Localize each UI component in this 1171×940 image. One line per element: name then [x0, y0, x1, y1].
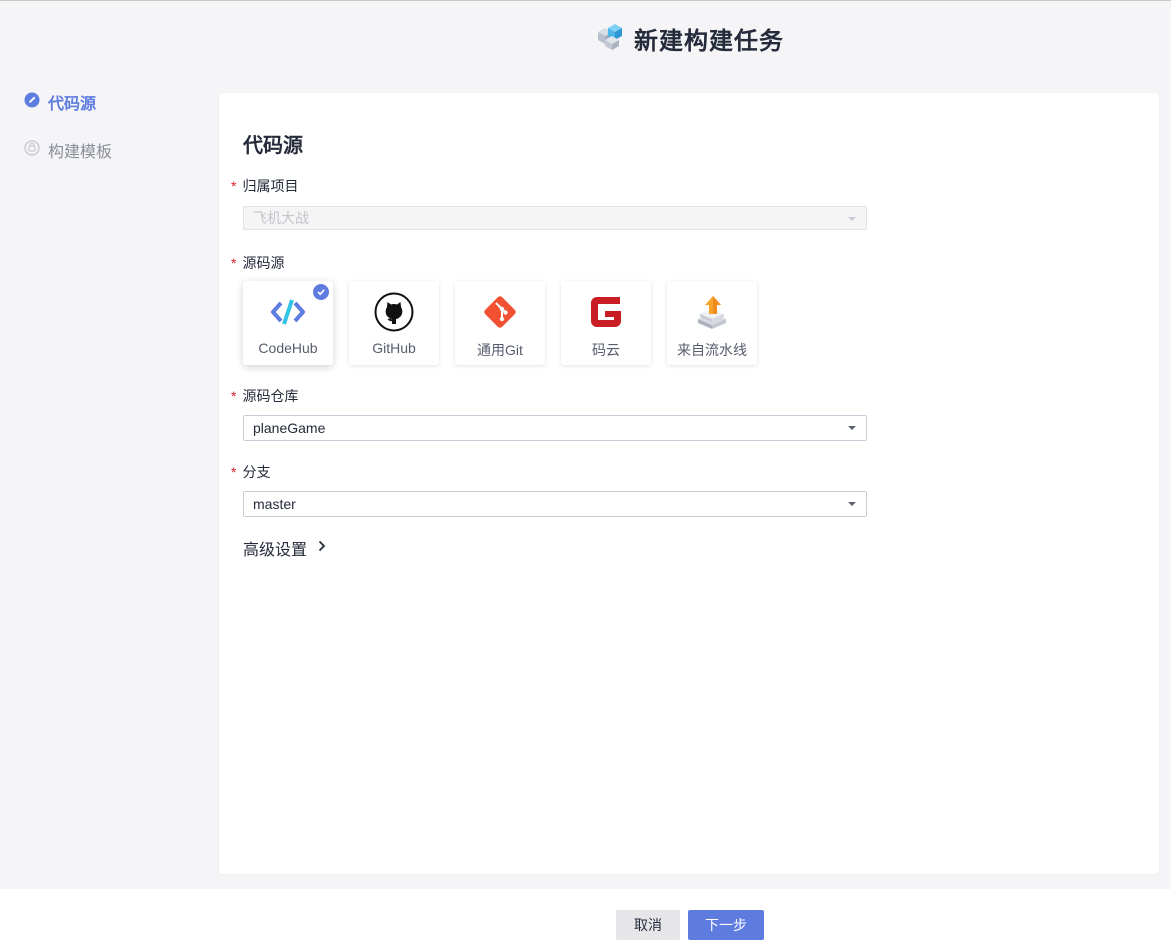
- chevron-right-icon: [317, 539, 327, 557]
- required-mark: *: [231, 388, 237, 404]
- advanced-settings-toggle[interactable]: 高级设置: [243, 536, 327, 560]
- footer-bar: 取消 下一步: [0, 889, 1171, 940]
- advanced-settings-label: 高级设置: [243, 542, 308, 559]
- page-title-text: 新建构建任务: [634, 27, 784, 55]
- source-option-gitee[interactable]: 码云: [561, 281, 651, 365]
- repo-value: planeGame: [253, 420, 326, 436]
- source-name: 来自流水线: [677, 342, 747, 358]
- pipeline-icon: [692, 292, 732, 332]
- step-build-template[interactable]: 构建模板: [24, 138, 112, 162]
- source-name: 通用Git: [477, 342, 523, 358]
- source-options: CodeHub GitHub 通用Git 码云 来自流水线: [243, 281, 757, 365]
- codehub-icon: [268, 292, 308, 332]
- gitee-icon: [586, 292, 626, 332]
- step-code-source[interactable]: 代码源: [24, 90, 112, 114]
- cancel-button[interactable]: 取消: [616, 910, 680, 940]
- project-value: 飞机大战: [253, 210, 309, 226]
- required-mark: *: [231, 178, 237, 194]
- check-icon: [313, 284, 329, 300]
- step-nav: 代码源 构建模板: [24, 90, 112, 186]
- section-title: 代码源: [243, 135, 303, 157]
- template-circle-icon: [24, 139, 40, 161]
- source-label: * 源码源: [231, 255, 285, 271]
- source-option-git[interactable]: 通用Git: [455, 281, 545, 365]
- edit-circle-icon: [24, 92, 40, 113]
- build-cube-icon: [594, 20, 626, 57]
- branch-select[interactable]: master: [243, 491, 867, 517]
- required-mark: *: [231, 255, 237, 271]
- branch-value: master: [253, 496, 296, 512]
- source-option-codehub[interactable]: CodeHub: [243, 281, 333, 365]
- next-step-button[interactable]: 下一步: [688, 910, 764, 940]
- git-icon: [480, 292, 520, 332]
- chevron-down-icon: [848, 217, 856, 221]
- form-card: 代码源 * 归属项目 飞机大战 * 源码源 CodeHub GitHub 通用G…: [219, 93, 1159, 874]
- source-option-github[interactable]: GitHub: [349, 281, 439, 365]
- project-select[interactable]: 飞机大战: [243, 206, 867, 230]
- github-icon: [374, 292, 414, 332]
- step-label: 构建模板: [48, 144, 113, 161]
- branch-label: * 分支: [231, 464, 271, 480]
- page-header: 新建构建任务: [0, 1, 1171, 71]
- source-name: GitHub: [372, 340, 416, 356]
- required-mark: *: [231, 464, 237, 480]
- source-option-pipeline[interactable]: 来自流水线: [667, 281, 757, 365]
- repo-select[interactable]: planeGame: [243, 415, 867, 441]
- page-title: 新建构建任务: [594, 21, 784, 55]
- chevron-down-icon: [848, 502, 856, 506]
- source-name: CodeHub: [258, 340, 318, 356]
- project-label: * 归属项目: [231, 178, 299, 194]
- repo-label: * 源码仓库: [231, 388, 299, 404]
- step-label: 代码源: [48, 96, 97, 113]
- chevron-down-icon: [848, 426, 856, 430]
- source-name: 码云: [592, 342, 620, 358]
